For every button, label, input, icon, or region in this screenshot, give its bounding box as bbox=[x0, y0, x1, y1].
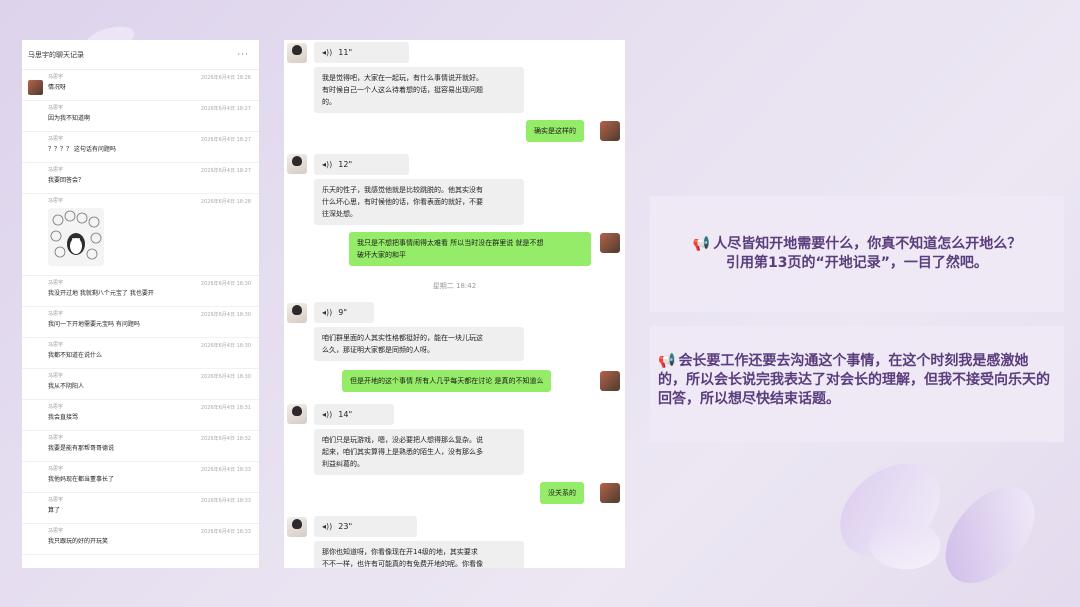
history-row[interactable]: 马思宇 2026年6月4日 18:27 我要回答会？ bbox=[22, 163, 259, 194]
message-time: 2026年6月4日 18:27 bbox=[200, 168, 251, 174]
message-text: 我没开过地 我就剩八个元宝了 我也要开 bbox=[48, 290, 154, 297]
contact-avatar[interactable] bbox=[287, 43, 307, 63]
message-text: 我要回答会？ bbox=[48, 177, 85, 184]
history-row[interactable]: 马思宇 2026年6月4日 18:30 我问一下开地需要元宝吗 有问题吗 bbox=[22, 307, 259, 338]
history-row[interactable]: 马思宇 2026年6月4日 18:30 我都不知道在说什么 bbox=[22, 338, 259, 369]
message-text: 算了 bbox=[48, 507, 61, 514]
decorative-petal bbox=[925, 472, 1055, 598]
message-time: 2026年6月4日 18:33 bbox=[200, 498, 251, 504]
megaphone-icon: 📢 bbox=[658, 353, 676, 369]
chat-history-panel: 马思宇的聊天记录 ··· 马思宇 2026年6月4日 18:26 情况呀 马思宇 202… bbox=[22, 40, 259, 568]
message-text: 我他妈现在都当董事长了 bbox=[48, 476, 115, 483]
history-row[interactable]: 马思宇 2026年6月4日 18:30 我从不阴阳人 bbox=[22, 369, 259, 400]
history-row[interactable]: 马思宇 2026年6月4日 18:28 bbox=[22, 194, 259, 276]
message-time: 2026年6月4日 18:27 bbox=[200, 106, 251, 112]
history-row[interactable]: 马思宇 2026年6月4日 18:33 算了 bbox=[22, 493, 259, 524]
message-bubble-left[interactable]: 乐天的性子，我感觉他就是比较跳脱的。他其实没有 什么坏心思，有时候他的话，你看表… bbox=[314, 179, 524, 225]
voice-duration: 23" bbox=[338, 522, 353, 531]
voice-message[interactable]: ◂)) 9" bbox=[314, 302, 374, 323]
message-time: 2026年6月4日 18:30 bbox=[200, 312, 251, 318]
voice-message[interactable]: ◂)) 23" bbox=[314, 516, 417, 537]
voice-icon: ◂)) bbox=[322, 160, 333, 169]
commentary-note: 📢 人尽皆知开地需要什么，你真不知道怎么开地么？ 引用第13页的“开地记录”，一目… bbox=[650, 196, 1064, 312]
voice-icon: ◂)) bbox=[322, 522, 333, 531]
commentary-note: 📢 会长要工作还要去沟通这个事情，在这个时刻我是感激她的，所以会长说完我表达了对会… bbox=[650, 326, 1064, 442]
contact-avatar[interactable] bbox=[287, 154, 307, 174]
more-options-icon[interactable]: ··· bbox=[237, 50, 249, 60]
history-list: 马思宇 2026年6月4日 18:26 情况呀 马思宇 2026年6月4日 18:27 因… bbox=[22, 70, 259, 555]
self-avatar[interactable] bbox=[600, 121, 620, 141]
sticker-image[interactable] bbox=[48, 208, 104, 266]
message-text: 我问一下开地需要元宝吗 有问题吗 bbox=[48, 321, 140, 328]
history-row[interactable]: 马思宇 2026年6月4日 18:30 我没开过地 我就剩八个元宝了 我也要开 bbox=[22, 276, 259, 307]
note-content: 📢 人尽皆知开地需要什么，你真不知道怎么开地么？ 引用第13页的“开地记录”，一目… bbox=[693, 235, 1021, 273]
message-bubble-left[interactable]: 那你也知道呀，你看像现在开14级的地，其实要求 不不一样，也许有可能真的有免费开… bbox=[314, 541, 524, 568]
contact-avatar[interactable] bbox=[287, 517, 307, 537]
message-time: 2026年6月4日 18:31 bbox=[200, 405, 251, 411]
chat-timestamp: 星期二 18:42 bbox=[432, 282, 477, 290]
megaphone-icon: 📢 bbox=[692, 236, 711, 252]
self-avatar[interactable] bbox=[600, 233, 620, 253]
history-row[interactable]: 马思宇 2026年6月4日 18:31 我会直接骂 bbox=[22, 400, 259, 431]
message-text: ？？？？ 这句话有问题吗 bbox=[48, 146, 116, 153]
voice-icon: ◂)) bbox=[322, 410, 333, 419]
message-text: 因为我不知道啊 bbox=[48, 115, 91, 122]
voice-message[interactable]: ◂)) 12" bbox=[314, 154, 409, 175]
message-time: 2026年6月4日 18:27 bbox=[200, 137, 251, 143]
contact-avatar[interactable] bbox=[287, 404, 307, 424]
history-title: 马思宇的聊天记录 bbox=[28, 50, 84, 59]
message-time: 2026年6月4日 18:32 bbox=[200, 436, 251, 442]
message-bubble-left[interactable]: 咱们群里面的人其实性格都挺好的，能在一块儿玩这 么久，那证明大家都是同频的人呀。 bbox=[314, 327, 524, 361]
message-text: 我只跟玩的好的开玩笑 bbox=[48, 538, 109, 545]
message-bubble-left[interactable]: 咱们只是玩游戏，嗯，没必要把人想得那么复杂。说 起来，咱们其实算得上是熟悉的陌生… bbox=[314, 429, 524, 475]
message-bubble-right[interactable]: 我只是不想把事情闹得太难看 所以当时没在群里说 就是不想 破坏大家的和平 bbox=[349, 232, 591, 266]
message-text: 我要是能有那帮哥哥德说 bbox=[48, 445, 115, 452]
history-row[interactable]: 马思宇 2026年6月4日 18:33 我他妈现在都当董事长了 bbox=[22, 462, 259, 493]
message-bubble-right[interactable]: 确实是这样的 bbox=[526, 120, 584, 142]
history-header: 马思宇的聊天记录 ··· bbox=[22, 40, 259, 70]
message-time: 2026年6月4日 18:30 bbox=[200, 374, 251, 380]
chat-conversation-panel: ◂)) 11" 我是觉得吧，大家在一起玩，有什么事情说开就好。 有时候自己一个人… bbox=[284, 40, 625, 568]
message-time: 2026年6月4日 18:33 bbox=[200, 529, 251, 535]
history-row[interactable]: 马思宇 2026年6月4日 18:26 情况呀 bbox=[22, 70, 259, 101]
note-text: 人尽皆知开地需要什么，你真不知道怎么开地么？ 引用第13页的“开地记录”，一目了… bbox=[713, 236, 1022, 271]
contact-avatar[interactable] bbox=[287, 303, 307, 323]
voice-icon: ◂)) bbox=[322, 308, 333, 317]
history-row[interactable]: 马思宇 2026年6月4日 18:32 我要是能有那帮哥哥德说 bbox=[22, 431, 259, 462]
message-bubble-right[interactable]: 但是开地的这个事情 所有人几乎每天都在讨论 是真的不知道么 bbox=[342, 370, 552, 392]
note-text: 会长要工作还要去沟通这个事情，在这个时刻我是感激她的，所以会长说完我表达了对会长… bbox=[658, 353, 1050, 407]
voice-message[interactable]: ◂)) 14" bbox=[314, 404, 394, 425]
message-time: 2026年6月4日 18:26 bbox=[200, 75, 251, 81]
voice-message[interactable]: ◂)) 11" bbox=[314, 42, 409, 63]
voice-duration: 14" bbox=[338, 410, 353, 419]
avatar[interactable] bbox=[28, 80, 43, 95]
self-avatar[interactable] bbox=[600, 483, 620, 503]
message-text: 我会直接骂 bbox=[48, 414, 79, 421]
message-time: 2026年6月4日 18:28 bbox=[200, 199, 251, 205]
voice-duration: 12" bbox=[338, 160, 353, 169]
message-text: 我从不阴阳人 bbox=[48, 383, 85, 390]
voice-duration: 11" bbox=[338, 48, 353, 57]
history-row[interactable]: 马思宇 2026年6月4日 18:33 我只跟玩的好的开玩笑 bbox=[22, 524, 259, 555]
voice-icon: ◂)) bbox=[322, 48, 333, 57]
history-row[interactable]: 马思宇 2026年6月4日 18:27？？？？ 这句话有问题吗 bbox=[22, 132, 259, 163]
message-time: 2026年6月4日 18:30 bbox=[200, 343, 251, 349]
message-time: 2026年6月4日 18:30 bbox=[200, 281, 251, 287]
message-time: 2026年6月4日 18:33 bbox=[200, 467, 251, 473]
message-bubble-left[interactable]: 我是觉得吧，大家在一起玩，有什么事情说开就好。 有时候自己一个人这么待着想的话，… bbox=[314, 67, 524, 113]
message-text: 情况呀 bbox=[48, 84, 67, 91]
history-row[interactable]: 马思宇 2026年6月4日 18:27 因为我不知道啊 bbox=[22, 101, 259, 132]
self-avatar[interactable] bbox=[600, 371, 620, 391]
message-text: 我都不知道在说什么 bbox=[48, 352, 103, 359]
voice-duration: 9" bbox=[338, 308, 348, 317]
message-bubble-right[interactable]: 没关系的 bbox=[540, 482, 584, 504]
